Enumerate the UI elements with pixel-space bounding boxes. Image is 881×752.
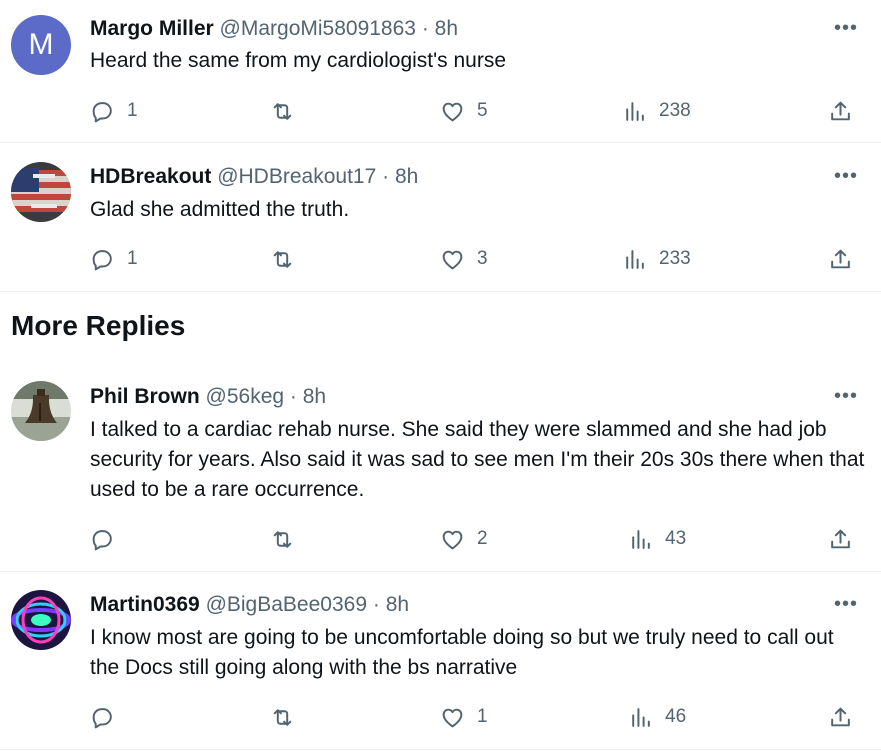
retweet-button[interactable] — [270, 702, 307, 732]
share-button[interactable] — [828, 96, 853, 126]
reply-icon — [90, 99, 115, 124]
tweet-header: Martin0369 @BigBaBee0369 · 8h — [90, 592, 409, 618]
share-icon — [828, 705, 853, 730]
separator-dot: · — [382, 165, 390, 188]
view-count: 238 — [659, 100, 691, 121]
view-count: 46 — [665, 706, 687, 727]
tweet-header: HDBreakout @HDBreakout17 · 8h — [90, 164, 418, 190]
view-count: 43 — [665, 528, 687, 549]
author-handle[interactable]: @56keg — [206, 385, 285, 408]
reply-button[interactable] — [90, 524, 127, 554]
author-name[interactable]: HDBreakout — [90, 165, 211, 188]
like-button[interactable]: 1 — [440, 702, 488, 732]
retweet-icon — [270, 247, 295, 272]
like-icon — [440, 705, 465, 730]
tweet[interactable]: Phil Brown @56keg · 8h ••• I talked to a… — [0, 362, 881, 572]
views-icon — [622, 99, 647, 124]
tweet-text: I know most are going to be uncomfortabl… — [90, 626, 834, 679]
reply-count: 1 — [127, 248, 138, 269]
timestamp[interactable]: 8h — [435, 17, 458, 40]
share-button[interactable] — [828, 524, 853, 554]
liberty-bell-avatar-image — [11, 381, 71, 441]
author-handle[interactable]: @HDBreakout17 — [217, 165, 376, 188]
retweet-button[interactable] — [270, 524, 307, 554]
reply-button[interactable]: 1 — [90, 96, 138, 126]
views-button[interactable]: 43 — [628, 524, 686, 554]
section-heading: More Replies — [11, 310, 186, 341]
like-button[interactable]: 2 — [440, 524, 488, 554]
author-handle[interactable]: @BigBaBee0369 — [206, 593, 367, 616]
tweet-text: I talked to a cardiac rehab nurse. She s… — [90, 418, 865, 501]
separator-dot: · — [289, 385, 297, 408]
more-icon[interactable]: ••• — [833, 166, 859, 186]
timestamp[interactable]: 8h — [386, 593, 409, 616]
like-count: 5 — [477, 100, 488, 121]
author-name[interactable]: Margo Miller — [90, 17, 214, 40]
timestamp[interactable]: 8h — [303, 385, 326, 408]
more-icon[interactable]: ••• — [833, 594, 859, 614]
tweet-text: Glad she admitted the truth. — [90, 198, 350, 221]
share-button[interactable] — [828, 702, 853, 732]
reply-button[interactable] — [90, 702, 127, 732]
action-bar: 1 3 233 — [0, 244, 881, 274]
separator-dot: · — [372, 593, 380, 616]
avatar[interactable]: M — [11, 15, 71, 75]
action-bar: 1 46 — [0, 702, 881, 732]
tweet[interactable]: M Margo Miller @MargoMi58091863 · 8h •••… — [0, 0, 881, 143]
reply-button[interactable]: 1 — [90, 244, 138, 274]
views-icon — [628, 705, 653, 730]
view-count: 233 — [659, 248, 691, 269]
like-count: 2 — [477, 528, 488, 549]
timestamp[interactable]: 8h — [395, 165, 418, 188]
reply-icon — [90, 247, 115, 272]
share-button[interactable] — [828, 244, 853, 274]
tweet-header: Margo Miller @MargoMi58091863 · 8h — [90, 16, 458, 42]
like-button[interactable]: 5 — [440, 96, 488, 126]
avatar[interactable] — [11, 381, 71, 441]
separator-dot: · — [421, 17, 429, 40]
retweet-button[interactable] — [270, 96, 307, 126]
share-icon — [828, 247, 853, 272]
action-bar: 2 43 — [0, 524, 881, 554]
retweet-button[interactable] — [270, 244, 307, 274]
tweet[interactable]: Martin0369 @BigBaBee0369 · 8h ••• I know… — [0, 572, 881, 750]
reply-icon — [90, 527, 115, 552]
like-button[interactable]: 3 — [440, 244, 488, 274]
like-count: 3 — [477, 248, 488, 269]
views-button[interactable]: 238 — [622, 96, 691, 126]
retweet-icon — [270, 527, 295, 552]
avatar[interactable] — [11, 162, 71, 222]
views-button[interactable]: 233 — [622, 244, 691, 274]
author-handle[interactable]: @MargoMi58091863 — [220, 17, 416, 40]
like-icon — [440, 527, 465, 552]
tweet-text: Heard the same from my cardiologist's nu… — [90, 49, 507, 72]
retweet-icon — [270, 705, 295, 730]
tweet-header: Phil Brown @56keg · 8h — [90, 384, 326, 410]
more-icon[interactable]: ••• — [833, 386, 859, 406]
avatar[interactable] — [11, 590, 71, 650]
more-icon[interactable]: ••• — [833, 18, 859, 38]
like-count: 1 — [477, 706, 488, 727]
like-icon — [440, 247, 465, 272]
share-icon — [828, 99, 853, 124]
tweet[interactable]: HDBreakout @HDBreakout17 · 8h ••• Glad s… — [0, 143, 881, 292]
flag-avatar-image — [11, 162, 71, 222]
retweet-icon — [270, 99, 295, 124]
author-name[interactable]: Martin0369 — [90, 593, 200, 616]
action-bar: 1 5 238 — [0, 96, 881, 126]
views-icon — [628, 527, 653, 552]
reply-icon — [90, 705, 115, 730]
reply-count: 1 — [127, 100, 138, 121]
views-icon — [622, 247, 647, 272]
author-name[interactable]: Phil Brown — [90, 385, 200, 408]
views-button[interactable]: 46 — [628, 702, 686, 732]
swirl-avatar-image — [11, 590, 71, 650]
share-icon — [828, 527, 853, 552]
like-icon — [440, 99, 465, 124]
